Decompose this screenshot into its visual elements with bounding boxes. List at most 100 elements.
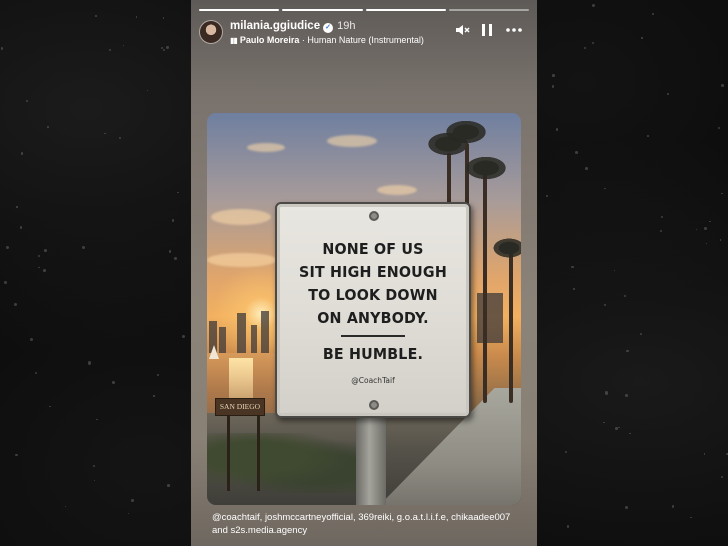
- quote-sign: NONE OF US SIT HIGH ENOUGH TO LOOK DOWN …: [275, 202, 471, 418]
- grain-speck: [171, 219, 175, 222]
- progress-segment: [365, 9, 446, 11]
- progress-segment: [448, 9, 529, 11]
- palm-fronds: [491, 237, 521, 259]
- grain-speck: [671, 504, 675, 508]
- building: [237, 313, 246, 353]
- posted-time: 19h: [337, 20, 356, 32]
- avatar[interactable]: [199, 20, 223, 44]
- grain-speck: [153, 395, 155, 397]
- palm-tree: [483, 173, 487, 403]
- bolt: [369, 211, 379, 221]
- grain-speck: [556, 128, 559, 131]
- shrubs: [207, 433, 367, 493]
- grain-speck: [49, 405, 51, 408]
- cloud: [211, 209, 271, 225]
- grain-speck: [46, 125, 49, 128]
- grain-speck: [94, 15, 97, 17]
- sign-text-line: SIT HIGH ENOUGH: [299, 263, 447, 281]
- grain-speck: [4, 280, 8, 285]
- grain-speck: [709, 221, 711, 223]
- grain-speck: [591, 3, 595, 8]
- pause-icon[interactable]: [478, 22, 496, 42]
- grain-speck: [81, 246, 85, 250]
- grain-speck: [34, 371, 37, 374]
- grain-speck: [128, 512, 130, 514]
- grain-speck: [147, 89, 149, 92]
- music-separator: ·: [301, 35, 305, 45]
- grain-speck: [717, 126, 720, 130]
- grain-speck: [135, 16, 138, 18]
- grain-speck: [14, 302, 18, 307]
- building: [477, 293, 503, 343]
- grain-speck: [122, 44, 124, 46]
- grain-speck: [585, 166, 589, 170]
- story-header: milania.ggiudice ✓ 19h ▮▮ Paulo Moreira · H…: [199, 18, 529, 48]
- grain-speck: [566, 525, 570, 528]
- palm-tree: [509, 253, 513, 403]
- sign-credit: @CoachTaif: [351, 376, 395, 385]
- grain-speck: [16, 206, 18, 208]
- grain-speck: [604, 187, 606, 190]
- grain-speck: [703, 453, 706, 456]
- palm-fronds: [463, 155, 509, 181]
- grain-speck: [15, 453, 18, 456]
- username[interactable]: milania.ggiudice: [230, 20, 320, 32]
- audio-waveform-icon: ▮▮: [230, 36, 238, 45]
- story-viewer[interactable]: milania.ggiudice ✓ 19h ▮▮ Paulo Moreira · H…: [191, 0, 537, 546]
- grain-speck: [173, 257, 177, 261]
- sign-text-line: NONE OF US: [322, 240, 424, 258]
- sailboat: [209, 345, 219, 359]
- progress-segment: [199, 9, 280, 11]
- grain-speck: [652, 13, 655, 15]
- cloud: [377, 185, 417, 195]
- music-attribution[interactable]: ▮▮ Paulo Moreira · Human Nature (Instrume…: [230, 35, 424, 45]
- grain-speck: [591, 42, 594, 45]
- grain-speck: [626, 349, 630, 353]
- grain-speck: [29, 338, 33, 342]
- grain-speck: [721, 476, 724, 479]
- grain-speck: [575, 150, 579, 154]
- grain-speck: [604, 391, 609, 395]
- grain-speck: [623, 294, 626, 297]
- grain-speck: [166, 46, 169, 49]
- grain-speck: [95, 418, 98, 421]
- sign-text-line: ON ANYBODY.: [317, 309, 429, 327]
- grain-speck: [604, 303, 606, 306]
- story-photo: SAN DIEGO NONE OF US SIT HIGH ENOUGH TO …: [207, 113, 521, 505]
- username-row: milania.ggiudice ✓ 19h: [230, 20, 355, 33]
- cloud: [207, 253, 277, 267]
- sign-text-line: TO LOOK DOWN: [308, 286, 438, 304]
- grain-speck: [92, 464, 96, 468]
- music-title: Human Nature (Instrumental): [307, 35, 424, 45]
- grain-speck: [162, 49, 166, 52]
- place-sign-post: [257, 413, 260, 491]
- sign-pole: [356, 413, 386, 505]
- caption-last-mention[interactable]: s2s.media.agency: [231, 525, 308, 536]
- speaker-muted-icon[interactable]: [453, 22, 471, 42]
- grain-speck: [659, 230, 662, 233]
- cloud: [327, 135, 377, 147]
- grain-speck: [690, 516, 693, 519]
- grain-speck: [0, 47, 4, 50]
- grain-speck: [573, 288, 575, 290]
- grain-speck: [6, 246, 10, 250]
- cloud: [247, 143, 285, 152]
- caption-mentions[interactable]: @coachtaif, joshmccartneyofficial, 369re…: [212, 512, 510, 523]
- grain-speck: [624, 394, 628, 398]
- grain-speck: [167, 484, 170, 487]
- grain-speck: [112, 380, 116, 384]
- grain-speck: [118, 136, 121, 140]
- bolt: [369, 400, 379, 410]
- building: [261, 311, 269, 353]
- building: [251, 325, 257, 353]
- grain-speck: [181, 335, 185, 339]
- place-sign-post: [227, 413, 230, 491]
- grain-speck: [546, 195, 549, 197]
- grain-speck: [177, 192, 179, 194]
- grain-speck: [706, 242, 708, 244]
- grain-speck: [43, 268, 46, 272]
- grain-speck: [162, 17, 165, 20]
- grain-speck: [629, 433, 631, 435]
- grain-speck: [704, 226, 708, 231]
- more-options-icon[interactable]: [505, 22, 523, 42]
